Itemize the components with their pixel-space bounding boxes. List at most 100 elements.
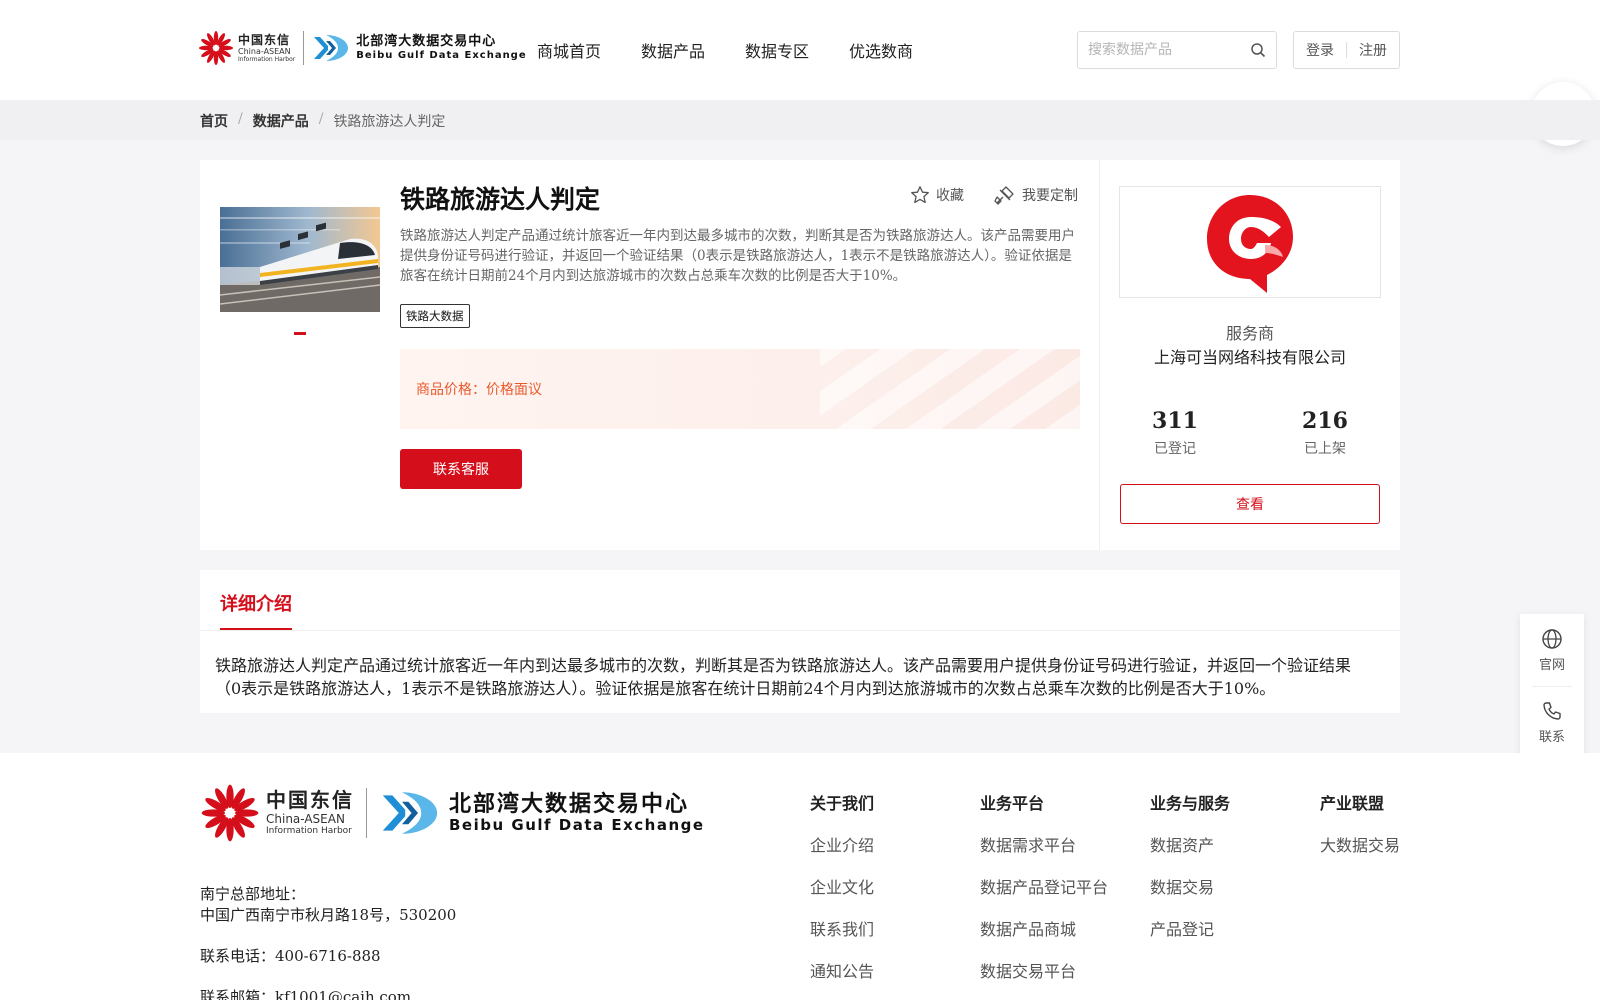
contact-button[interactable]: 联系 xyxy=(1520,700,1584,745)
breadcrumb-bar: 首页 / 数据产品 / 铁路旅游达人判定 xyxy=(0,100,1600,140)
contact-label: 联系 xyxy=(1538,730,1565,745)
footer-logo-divider xyxy=(366,788,367,838)
beibu-gulf-text: 北部湾大数据交易中心 Beibu Gulf Data Exchange xyxy=(356,34,527,61)
price-box: 商品价格：价格面议 xyxy=(400,349,1080,429)
login-button[interactable]: 登录 xyxy=(1306,40,1334,60)
footer-address-label: 南宁总部地址： xyxy=(200,885,306,903)
footer-link[interactable]: 企业介绍 xyxy=(810,832,874,856)
footer-column-title: 产业联盟 xyxy=(1320,794,1385,813)
search-icon[interactable] xyxy=(1250,42,1266,58)
customize-button[interactable]: 我要定制 xyxy=(994,184,1078,206)
nav-mall-home[interactable]: 商城首页 xyxy=(537,38,601,62)
breadcrumb-separator: / xyxy=(238,111,243,127)
customize-label: 我要定制 xyxy=(1022,188,1078,204)
footer-column-title: 关于我们 xyxy=(810,794,875,813)
star-icon xyxy=(911,186,929,204)
website-button[interactable]: 官网 xyxy=(1520,628,1584,673)
listed-count: 216 xyxy=(1302,408,1348,434)
logo-cn-line3: Information Harbor xyxy=(238,55,296,63)
price-box-decoration xyxy=(820,349,1080,429)
search-box xyxy=(1077,31,1277,69)
tab-active-indicator xyxy=(220,628,292,630)
search-input[interactable] xyxy=(1078,32,1238,68)
footer-logo-bg-line2: Beibu Gulf Data Exchange xyxy=(449,816,705,835)
footer-link[interactable]: 联系我们 xyxy=(810,916,874,940)
footer-link[interactable]: 数据产品商城 xyxy=(980,916,1108,940)
logo-bg-line2: Beibu Gulf Data Exchange xyxy=(356,49,527,61)
vendor-logo[interactable] xyxy=(1119,186,1381,298)
footer-link[interactable]: 通知公告 xyxy=(810,958,874,982)
favorite-button[interactable]: 收藏 xyxy=(910,184,964,206)
footer-link[interactable]: 数据需求平台 xyxy=(980,832,1108,856)
footer-phone: 联系电话：400-6716-888 xyxy=(200,947,381,965)
footer-beibu-gulf-text: 北部湾大数据交易中心 Beibu Gulf Data Exchange xyxy=(449,792,705,835)
china-asean-text: 中国东信 China-ASEAN Information Harbor xyxy=(238,34,295,63)
vendor-label: 服务商 xyxy=(1225,324,1274,343)
top-header: 中国东信 China-ASEAN Information Harbor 北部湾大… xyxy=(0,0,1600,100)
product-description: 铁路旅游达人判定产品通过统计旅客近一年内到达最多城市的次数，判断其是否为铁路旅游… xyxy=(400,228,1075,284)
beibu-gulf-logo-icon xyxy=(382,792,438,834)
detail-section: 详细介绍 铁路旅游达人判定产品通过统计旅客近一年内到达最多城市的次数，判断其是否… xyxy=(200,570,1400,713)
customize-icon xyxy=(994,186,1014,205)
phone-icon xyxy=(1543,702,1561,720)
favorite-label: 收藏 xyxy=(936,188,964,204)
footer-link[interactable]: 数据产品登记平台 xyxy=(980,874,1108,898)
side-toolbar-divider xyxy=(1532,686,1572,687)
nav-data-zone[interactable]: 数据专区 xyxy=(745,38,809,62)
footer-column-about: 关于我们 企业介绍 企业文化 联系我们 通知公告 xyxy=(810,790,874,1000)
footer-link[interactable]: 大数据交易 xyxy=(1320,832,1400,856)
breadcrumb: 首页 / 数据产品 / 铁路旅游达人判定 xyxy=(200,111,445,131)
breadcrumb-current: 铁路旅游达人判定 xyxy=(333,114,446,130)
site-footer: 中国东信 China-ASEAN Information Harbor 北部湾大… xyxy=(0,753,1600,1000)
breadcrumb-section[interactable]: 数据产品 xyxy=(253,111,309,131)
nav-data-products[interactable]: 数据产品 xyxy=(641,38,705,62)
price-label: 商品价格： xyxy=(416,382,486,398)
logo-divider xyxy=(303,31,305,65)
footer-link[interactable]: 企业文化 xyxy=(810,874,874,898)
nav-preferred-vendors[interactable]: 优选数商 xyxy=(849,38,913,62)
product-image[interactable] xyxy=(220,207,380,312)
footer-logo-cn-line1: 中国东信 xyxy=(266,788,354,812)
footer-link[interactable]: 产品登记 xyxy=(1150,916,1230,940)
registered-stat: 311 已登记 xyxy=(1125,408,1225,458)
view-vendor-button[interactable]: 查看 xyxy=(1120,484,1380,524)
footer-email: 联系邮箱：kf1001@caih.com xyxy=(200,988,412,1000)
vendor-brand-icon xyxy=(1207,195,1293,293)
detail-divider xyxy=(200,630,1400,631)
footer-link[interactable]: 数据交易平台 xyxy=(980,958,1108,982)
footer-logo-bg-line1: 北部湾大数据交易中心 xyxy=(449,791,690,817)
footer-column-platforms: 业务平台 数据需求平台 数据产品登记平台 数据产品商城 数据交易平台 xyxy=(980,790,1108,1000)
footer-logo-cn-line3: Information Harbor xyxy=(266,826,352,836)
breadcrumb-home[interactable]: 首页 xyxy=(200,111,228,131)
footer-link[interactable]: 数据资产 xyxy=(1150,832,1230,856)
footer-address: 中国广西南宁市秋月路18号，530200 xyxy=(200,906,457,924)
listed-stat: 216 已上架 xyxy=(1275,408,1375,458)
card-divider xyxy=(1099,160,1100,550)
logo-cn-line2: China-ASEAN xyxy=(238,46,291,56)
china-asean-logo-icon xyxy=(199,31,233,65)
price-value: 价格面议 xyxy=(486,382,542,398)
product-actions: 收藏 我要定制 xyxy=(910,184,1078,206)
register-button[interactable]: 注册 xyxy=(1359,40,1387,60)
site-logo[interactable]: 中国东信 China-ASEAN Information Harbor 北部湾大… xyxy=(198,30,527,66)
main-nav: 商城首页 数据产品 数据专区 优选数商 xyxy=(537,38,913,62)
logo-bg-line1: 北部湾大数据交易中心 xyxy=(356,34,497,50)
listed-label: 已上架 xyxy=(1304,441,1346,457)
detail-text: 铁路旅游达人判定产品通过统计旅客近一年内到达最多城市的次数，判断其是否为铁路旅游… xyxy=(215,656,1352,698)
registered-count: 311 xyxy=(1152,408,1198,434)
footer-link[interactable]: 数据交易 xyxy=(1150,874,1230,898)
train-photo-icon xyxy=(220,207,380,312)
tab-detail[interactable]: 详细介绍 xyxy=(220,590,292,616)
beibu-gulf-logo-icon xyxy=(314,35,349,61)
auth-box: 登录 注册 xyxy=(1293,31,1400,69)
footer-logo[interactable]: 中国东信 China-ASEAN Information Harbor 北部湾大… xyxy=(200,783,705,843)
footer-column-title: 业务与服务 xyxy=(1150,794,1231,813)
carousel-indicator[interactable] xyxy=(294,332,306,335)
globe-icon xyxy=(1542,629,1562,649)
website-label: 官网 xyxy=(1538,658,1565,673)
product-tag: 铁路大数据 xyxy=(400,304,470,328)
vendor-name: 上海可当网络科技有限公司 xyxy=(1153,348,1346,367)
breadcrumb-separator: / xyxy=(318,111,324,127)
footer-column-title: 业务平台 xyxy=(980,794,1045,813)
contact-service-button[interactable]: 联系客服 xyxy=(400,449,522,489)
